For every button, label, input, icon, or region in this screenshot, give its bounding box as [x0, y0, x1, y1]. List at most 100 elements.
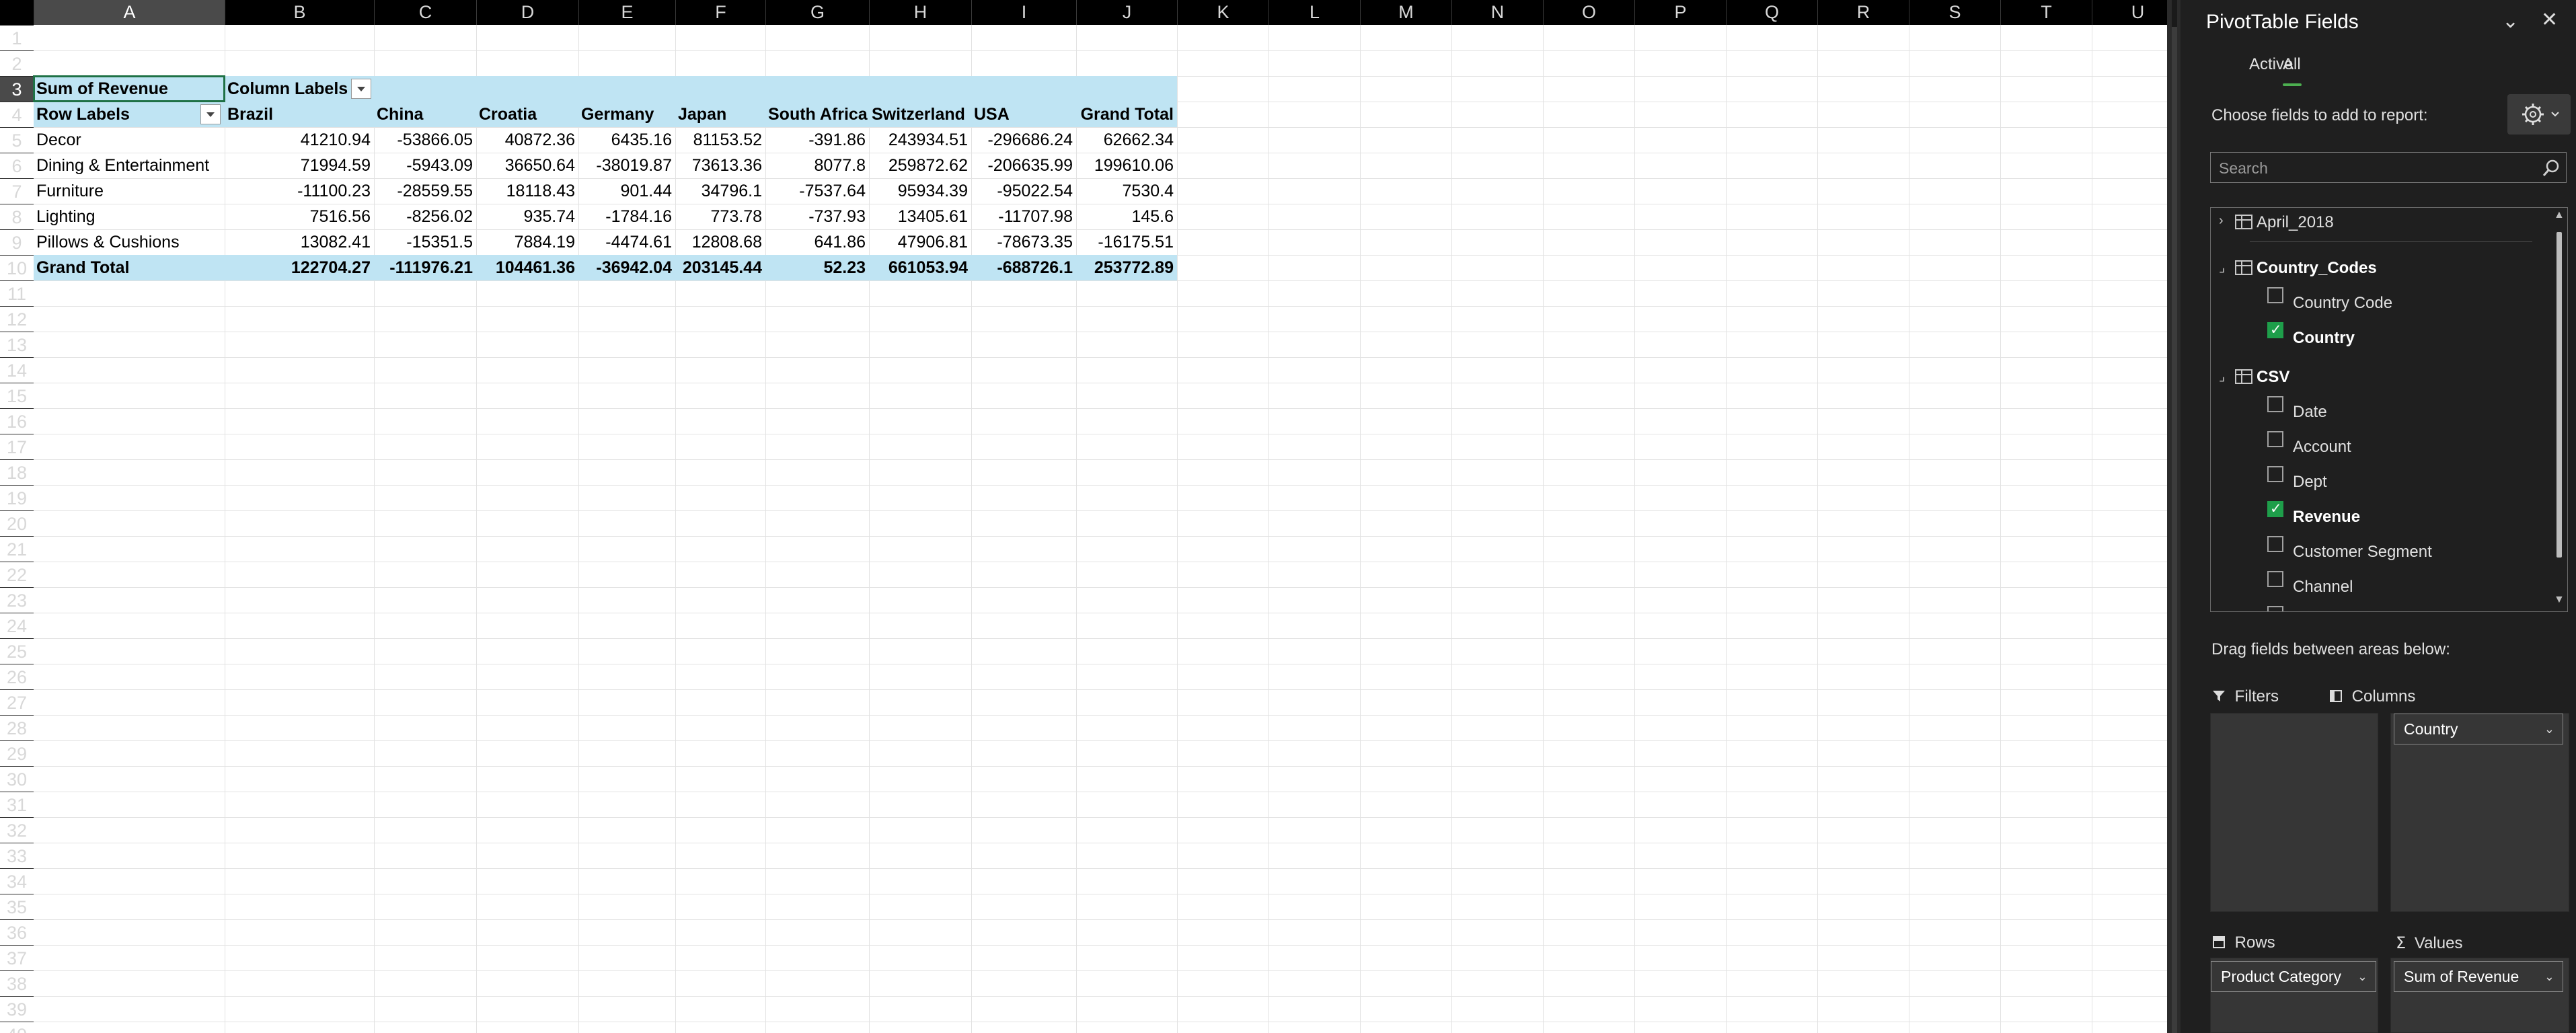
scroll-up-icon[interactable]: ▲ — [2554, 209, 2565, 221]
row-header-29[interactable]: 29 — [0, 740, 34, 766]
row-header-27[interactable]: 27 — [0, 689, 34, 715]
pivot-value-cell[interactable]: 71994.59 — [225, 153, 374, 178]
rows-field-product-category[interactable]: Product Category ⌄ — [2211, 961, 2376, 992]
column-header-u[interactable]: U — [2092, 0, 2167, 25]
pivot-value-cell[interactable]: -78673.35 — [971, 229, 1076, 255]
field-name[interactable]: Country Code — [2293, 294, 2392, 313]
pivot-column-header[interactable]: Japan — [675, 102, 765, 127]
row-header-4[interactable]: 4 — [0, 102, 34, 127]
pivot-grand-total-cell[interactable]: 52.23 — [765, 255, 869, 280]
pivot-value-cell[interactable]: 901.44 — [578, 178, 675, 204]
field-checkbox[interactable] — [2267, 321, 2283, 338]
pivot-row-label[interactable]: Decor — [34, 127, 225, 153]
pivot-value-cell[interactable]: 7884.19 — [476, 229, 578, 255]
column-header-r[interactable]: R — [1817, 0, 1909, 25]
row-header-9[interactable]: 9 — [0, 229, 34, 255]
pivot-value-cell[interactable]: 773.78 — [675, 204, 765, 229]
pivot-value-cell[interactable]: -11707.98 — [971, 204, 1076, 229]
column-header-o[interactable]: O — [1543, 0, 1634, 25]
pivot-value-cell[interactable]: 13082.41 — [225, 229, 374, 255]
column-header-p[interactable]: P — [1634, 0, 1726, 25]
row-header-24[interactable]: 24 — [0, 613, 34, 638]
pivot-grand-total-cell[interactable]: -36942.04 — [578, 255, 675, 280]
row-header-36[interactable]: 36 — [0, 919, 34, 945]
row-header-8[interactable]: 8 — [0, 204, 34, 229]
row-header-22[interactable]: 22 — [0, 562, 34, 587]
pivot-value-cell[interactable]: 47906.81 — [869, 229, 971, 255]
row-header-11[interactable]: 11 — [0, 280, 34, 306]
pivot-value-cell[interactable]: -296686.24 — [971, 127, 1076, 153]
tab-all[interactable]: All — [2283, 55, 2301, 74]
pivot-column-header[interactable]: Croatia — [476, 102, 578, 127]
row-header-30[interactable]: 30 — [0, 766, 34, 792]
pivot-value-cell[interactable]: -4474.61 — [578, 229, 675, 255]
column-header-q[interactable]: Q — [1726, 0, 1817, 25]
pivot-column-header[interactable]: Grand Total — [1076, 102, 1177, 127]
pivot-grand-total-cell[interactable]: -111976.21 — [374, 255, 476, 280]
pivot-grand-total-cell[interactable]: 104461.36 — [476, 255, 578, 280]
row-header-10[interactable]: 10 — [0, 255, 34, 280]
row-header-18[interactable]: 18 — [0, 459, 34, 485]
pivot-value-cell[interactable]: -15351.5 — [374, 229, 476, 255]
field-table-name[interactable]: Country_Codes — [2257, 259, 2377, 278]
pivot-value-cell[interactable]: 199610.06 — [1076, 153, 1177, 178]
scrollbar-thumb[interactable] — [2556, 232, 2562, 558]
row-header-12[interactable]: 12 — [0, 306, 34, 332]
field-search[interactable] — [2210, 152, 2567, 184]
row-header-33[interactable]: 33 — [0, 843, 34, 868]
pivot-value-cell[interactable]: 36650.64 — [476, 153, 578, 178]
values-drop-area[interactable]: Sum of Revenue ⌄ — [2390, 958, 2569, 1033]
pivot-row-label[interactable]: Dining & Entertainment — [34, 153, 225, 178]
column-header-k[interactable]: K — [1177, 0, 1268, 25]
row-header-26[interactable]: 26 — [0, 664, 34, 689]
pivot-column-header[interactable]: South Africa — [765, 102, 869, 127]
pivot-value-cell[interactable]: 73613.36 — [675, 153, 765, 178]
expand-icon[interactable]: › — [2219, 213, 2224, 229]
pivot-value-cell[interactable]: 62662.34 — [1076, 127, 1177, 153]
field-name[interactable]: Revenue — [2293, 508, 2360, 527]
row-header-3[interactable]: 3 — [0, 76, 34, 102]
column-header-e[interactable]: E — [578, 0, 675, 25]
pivot-value-cell[interactable]: 641.86 — [765, 229, 869, 255]
row-header-38[interactable]: 38 — [0, 970, 34, 996]
pivot-value-cell[interactable]: -11100.23 — [225, 178, 374, 204]
row-header-16[interactable]: 16 — [0, 408, 34, 434]
columns-field-country[interactable]: Country ⌄ — [2394, 714, 2563, 744]
column-header-b[interactable]: B — [225, 0, 374, 25]
pivot-value-cell[interactable]: -1784.16 — [578, 204, 675, 229]
field-checkbox[interactable] — [2267, 287, 2283, 303]
pivot-row-labels[interactable]: Row Labels — [34, 102, 225, 127]
pivot-value-cell[interactable]: -7537.64 — [765, 178, 869, 204]
row-header-21[interactable]: 21 — [0, 536, 34, 562]
column-header-a[interactable]: A — [34, 0, 225, 25]
field-name[interactable]: Customer Segment — [2293, 543, 2432, 562]
field-checkbox[interactable] — [2267, 606, 2283, 611]
row-header-5[interactable]: 5 — [0, 127, 34, 153]
spreadsheet[interactable]: ABCDEFGHIJKLMNOPQRSTU 1 2 3 4 5 6 7 8 9 10 11 12 13 1… — [0, 0, 2167, 1033]
column-header-f[interactable]: F — [675, 0, 765, 25]
field-name[interactable]: Date — [2293, 403, 2327, 422]
row-header-25[interactable]: 25 — [0, 638, 34, 664]
search-icon[interactable] — [2542, 159, 2561, 178]
collapse-icon[interactable]: ⌟ — [2219, 259, 2225, 276]
pivot-value-cell[interactable]: -737.93 — [765, 204, 869, 229]
pivot-value-cell[interactable]: 7530.4 — [1076, 178, 1177, 204]
scrollbar-thumb[interactable] — [2172, 27, 2177, 1033]
search-input[interactable] — [2218, 153, 2530, 184]
pivot-value-cell[interactable]: 145.6 — [1076, 204, 1177, 229]
pivot-column-header[interactable]: Germany — [578, 102, 675, 127]
pivot-row-label[interactable]: Furniture — [34, 178, 225, 204]
row-header-20[interactable]: 20 — [0, 510, 34, 536]
field-checkbox[interactable] — [2267, 396, 2283, 412]
pivot-row-label[interactable]: Pillows & Cushions — [34, 229, 225, 255]
pivot-value-cell[interactable]: -38019.87 — [578, 153, 675, 178]
pivot-column-header[interactable]: USA — [971, 102, 1076, 127]
field-name[interactable]: Dept — [2293, 473, 2327, 492]
field-name[interactable]: Account — [2293, 438, 2351, 457]
row-header-34[interactable]: 34 — [0, 868, 34, 894]
columns-drop-area[interactable]: Country ⌄ — [2390, 713, 2569, 912]
chevron-down-icon[interactable]: ⌄ — [2502, 9, 2519, 33]
pivot-value-cell[interactable]: 95934.39 — [869, 178, 971, 204]
row-header-37[interactable]: 37 — [0, 945, 34, 970]
pivot-value-cell[interactable]: -5943.09 — [374, 153, 476, 178]
